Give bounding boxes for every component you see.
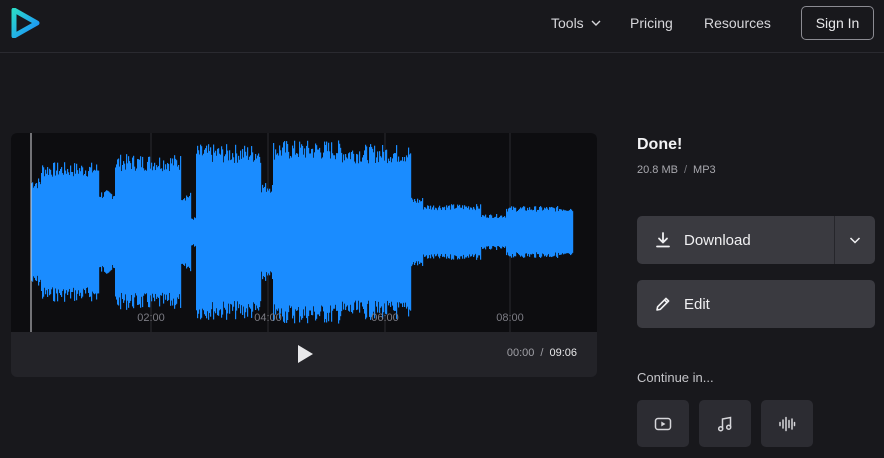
music-note-icon [717,416,732,431]
continue-music-button[interactable] [699,400,751,447]
timeline-tick-label: 06:00 [371,312,399,324]
audio-player: 02:00 04:00 06:00 08:00 00:00 / 09:06 [11,133,597,377]
sign-in-button[interactable]: Sign In [801,6,874,40]
edit-button[interactable]: Edit [637,280,875,328]
file-meta: 20.8 MB / MP3 [637,164,716,176]
continue-audio-button[interactable] [761,400,813,447]
download-button-group: Download [637,216,875,264]
continue-video-button[interactable] [637,400,689,447]
chevron-down-icon [849,237,861,244]
timeline-tick-label: 02:00 [137,312,165,324]
file-format: MP3 [693,164,716,176]
result-title: Done! [637,136,683,153]
edit-label: Edit [684,295,710,313]
waveform-bar [572,211,574,253]
meta-separator: / [683,164,688,176]
timeline-tick-label: 08:00 [496,312,524,324]
timeline-tick-label: 04:00 [254,312,282,324]
waveform[interactable]: 02:00 04:00 06:00 08:00 [11,133,597,332]
top-bar: Tools Pricing Resources Sign In [0,0,884,53]
time-readout: 00:00 / 09:06 [507,347,577,359]
play-icon[interactable] [294,343,316,365]
chevron-down-icon [591,20,601,26]
current-time: 00:00 [506,347,535,359]
continue-label: Continue in... [637,370,714,385]
download-button[interactable]: Download [637,216,834,264]
file-size: 20.8 MB [637,164,678,176]
nav-tools-label: Tools [551,14,584,31]
audio-wave-icon [779,416,796,431]
nav-tools[interactable]: Tools [551,0,601,45]
waveform-area[interactable]: 02:00 04:00 06:00 08:00 [11,133,597,332]
player-controls: 00:00 / 09:06 [11,332,597,377]
logo-icon[interactable] [10,8,40,38]
video-icon [654,417,672,430]
download-icon [656,232,670,248]
download-label: Download [684,231,751,249]
download-options-button[interactable] [834,216,875,264]
nav-resources[interactable]: Resources [704,0,771,45]
time-separator: / [540,347,544,359]
nav-pricing[interactable]: Pricing [630,0,673,45]
pencil-icon [656,297,670,311]
total-time: 09:06 [549,347,577,359]
